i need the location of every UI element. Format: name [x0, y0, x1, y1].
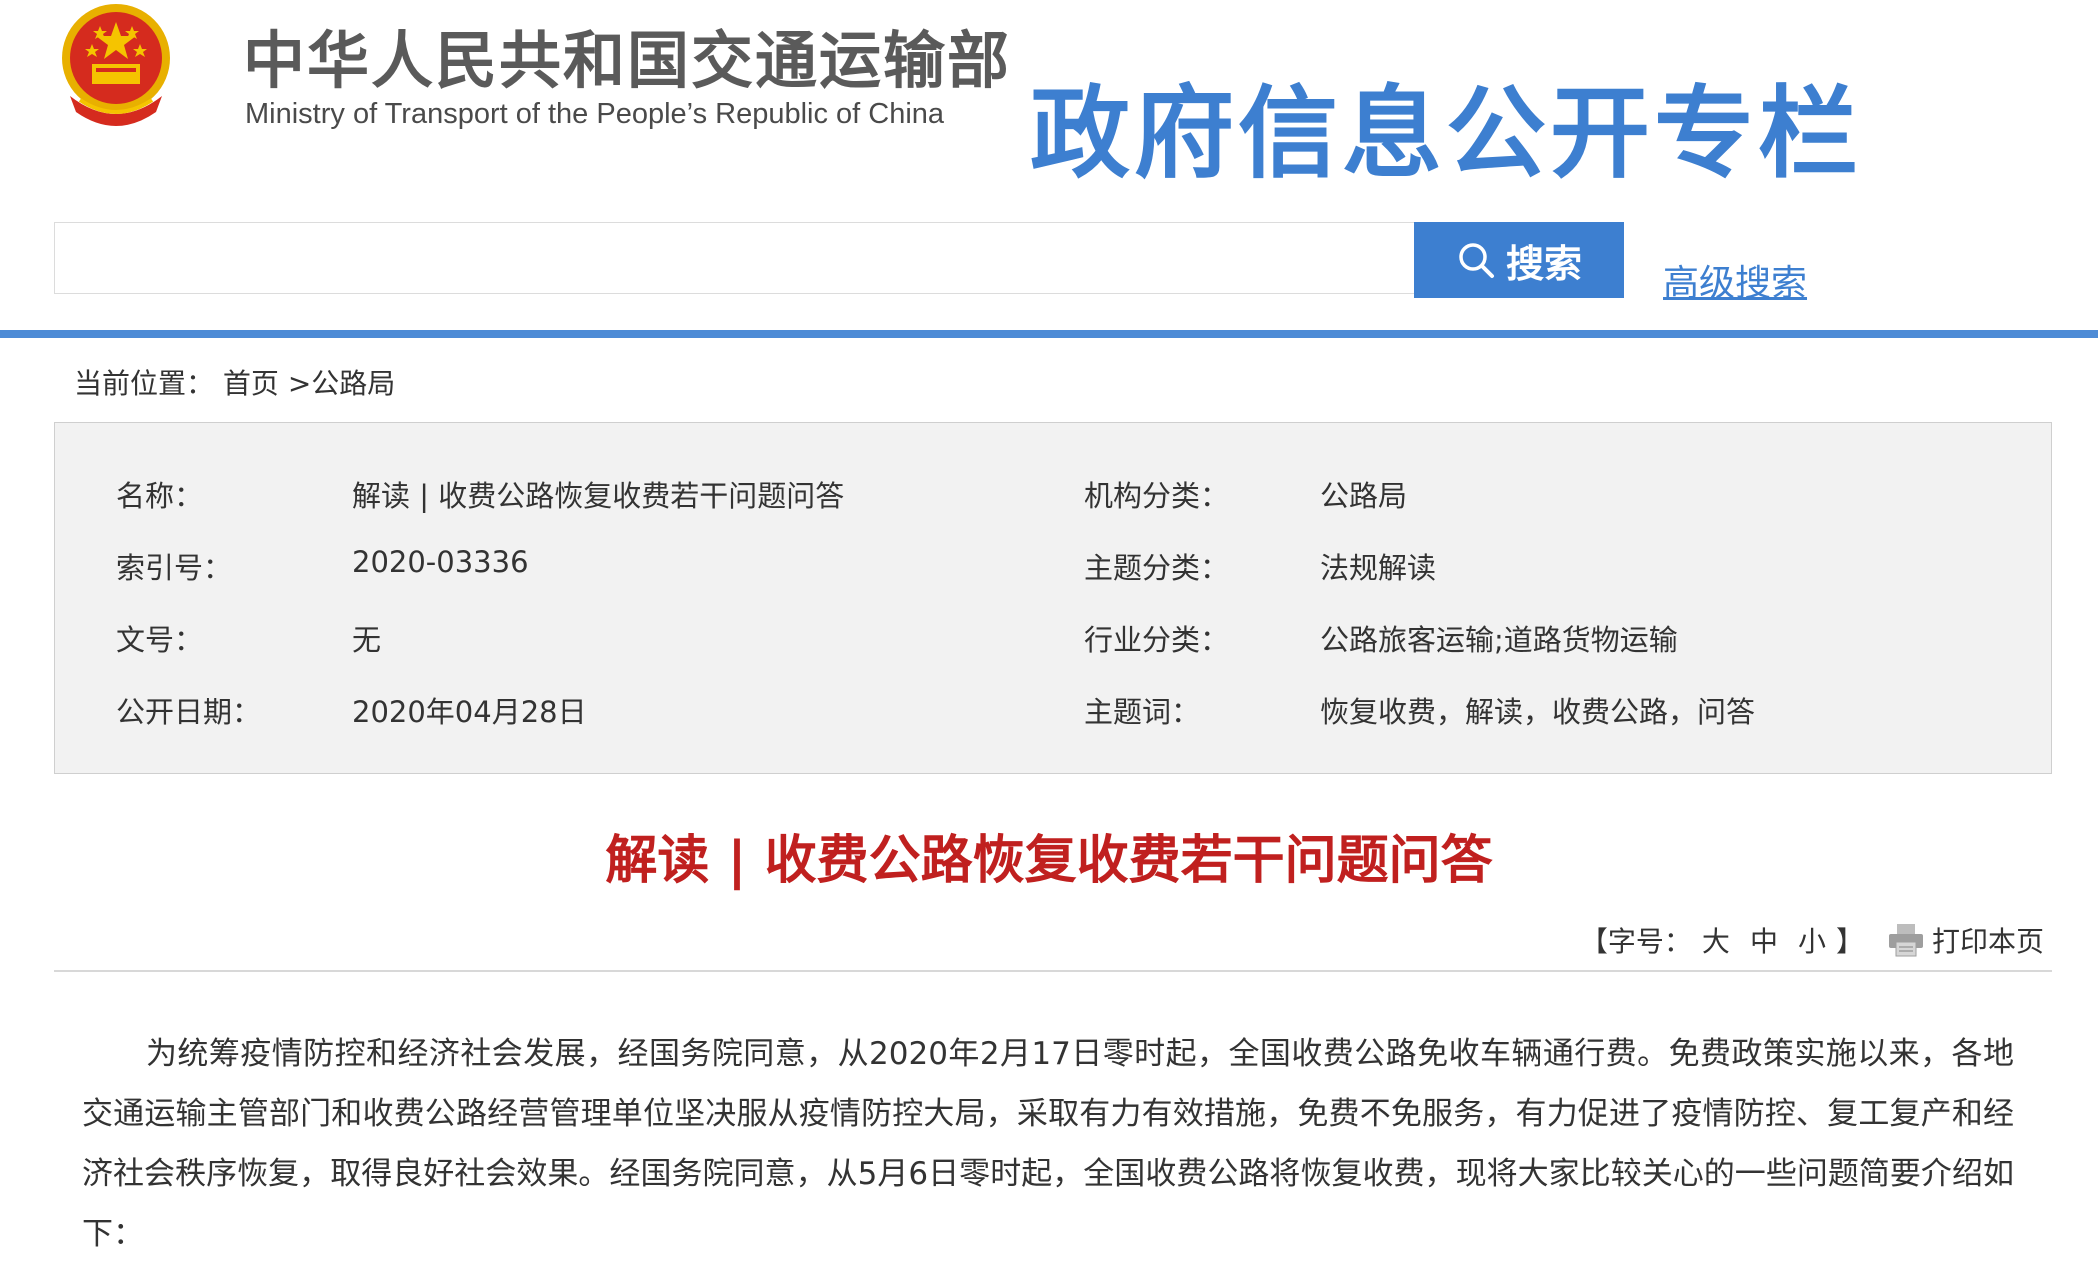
header-divider	[0, 330, 2098, 338]
meta-label-org-category: 机构分类：	[1084, 479, 1230, 513]
font-size-medium-button[interactable]: 中	[1750, 920, 1778, 960]
meta-value-name: 解读 | 收费公路恢复收费若干问题问答	[352, 479, 845, 513]
font-size-bracket-close: 】	[1835, 925, 1864, 958]
article-paragraph: 为统筹疫情防控和经济社会发展，经国务院同意，从2020年2月17日零时起，全国收…	[82, 1036, 2014, 1252]
meta-value-publish-date: 2020年04月28日	[352, 695, 587, 729]
meta-label-index: 索引号：	[116, 551, 233, 585]
national-emblem-icon	[62, 4, 170, 126]
article-tools: 【字号： 大 中 小 】 打印本页	[1580, 920, 2044, 960]
search-button-label: 搜索	[1505, 241, 1582, 286]
meta-label-keywords: 主题词：	[1084, 695, 1201, 729]
breadcrumb-label: 当前位置：	[74, 367, 215, 400]
meta-value-org-category: 公路局	[1320, 479, 1408, 513]
meta-label-doc-number: 文号：	[116, 623, 204, 657]
print-page-button[interactable]: 打印本页	[1932, 920, 2044, 960]
meta-label-industry-category: 行业分类：	[1084, 623, 1230, 657]
meta-label-name: 名称：	[116, 479, 204, 513]
meta-label-topic-category: 主题分类：	[1084, 551, 1230, 585]
meta-label-publish-date: 公开日期：	[116, 695, 262, 729]
meta-value-keywords: 恢复收费，解读，收费公路，问答	[1320, 695, 1756, 729]
meta-value-doc-number: 无	[352, 623, 382, 657]
breadcrumb: 当前位置： 首页 >公路局	[74, 362, 395, 402]
font-size-label: 【字号：	[1579, 925, 1692, 958]
ministry-name-cn: 中华人民共和国交通运输部	[243, 24, 1012, 97]
site-header: 中华人民共和国交通运输部 Ministry of Transport of th…	[0, 0, 2098, 200]
breadcrumb-home[interactable]: 首页	[223, 367, 279, 400]
meta-value-industry-category: 公路旅客运输;道路货物运输	[1320, 623, 1678, 657]
printer-icon[interactable]	[1886, 922, 1926, 958]
column-title: 政府信息公开专栏	[1030, 75, 1862, 192]
breadcrumb-highway-bureau[interactable]: >公路局	[288, 367, 395, 400]
article-title: 解读 | 收费公路恢复收费若干问题问答	[605, 831, 1493, 891]
meta-value-index: 2020-03336	[352, 545, 529, 579]
ministry-name-en: Ministry of Transport of the People’s Re…	[245, 98, 945, 130]
title-divider	[54, 970, 2052, 972]
font-size-large-button[interactable]: 大	[1702, 920, 1730, 960]
advanced-search-link[interactable]: 高级搜索	[1663, 254, 1807, 306]
font-size-small-button[interactable]: 小	[1798, 920, 1826, 960]
search-button[interactable]: 搜索	[1414, 222, 1624, 298]
meta-value-topic-category: 法规解读	[1320, 551, 1437, 585]
document-metadata-box: 名称： 解读 | 收费公路恢复收费若干问题问答 索引号： 2020-03336 …	[54, 422, 2052, 774]
search-input[interactable]	[54, 222, 1414, 294]
search-icon	[1459, 243, 1494, 278]
